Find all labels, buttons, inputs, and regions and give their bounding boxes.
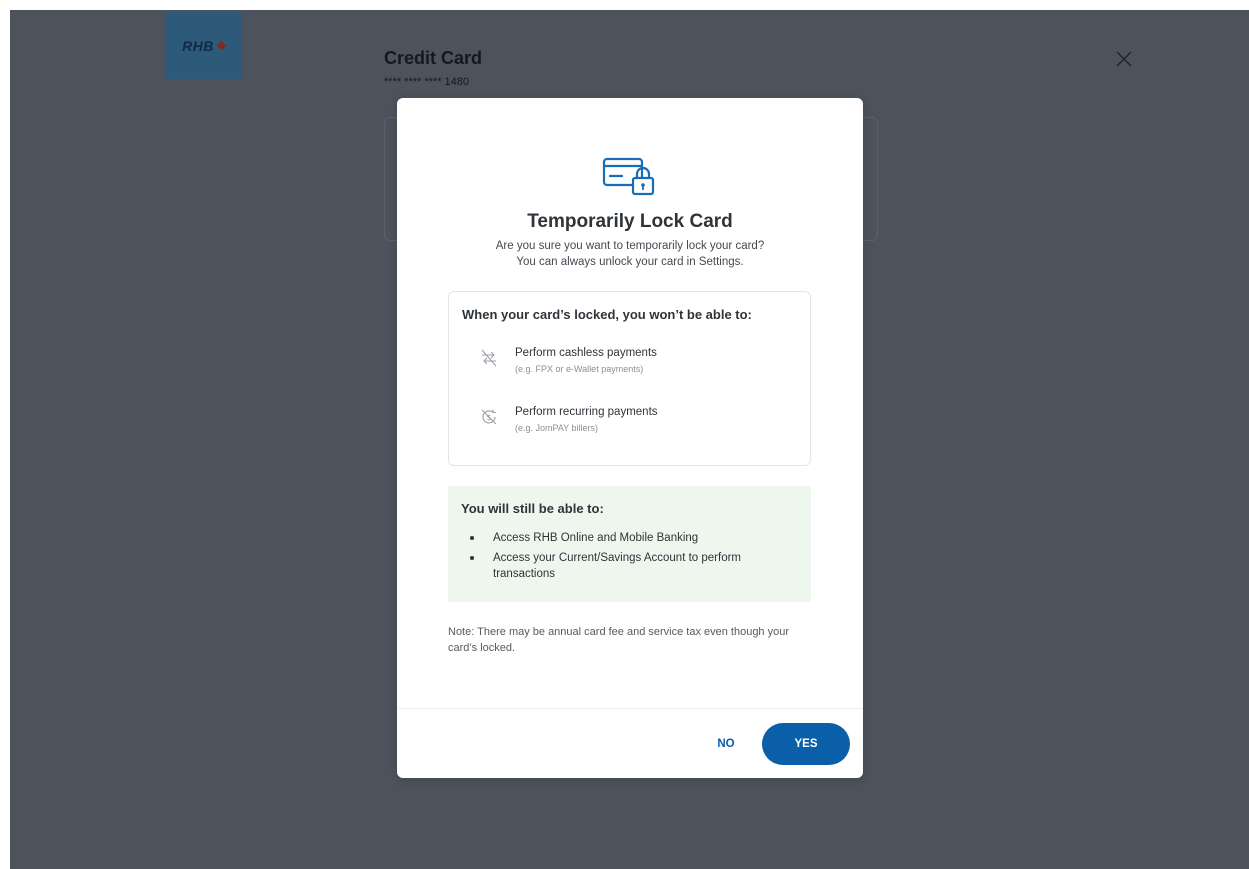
masked-card-number: **** **** **** 1480 [384, 76, 470, 88]
lock-card-dialog: Temporarily Lock Card Are you sure you w… [397, 98, 863, 778]
footer-divider [397, 708, 863, 709]
restriction-note: (e.g. JomPAY billers) [515, 423, 599, 433]
logo-diamond-icon [216, 40, 227, 50]
bullet-icon [470, 536, 474, 540]
restrictions-panel: When your card’s locked, you won’t be ab… [448, 291, 811, 466]
allowed-item-text: Access your Current/Savings Account to p… [493, 552, 741, 580]
allowed-item: Access RHB Online and Mobile Banking [461, 530, 791, 546]
restriction-item: $ Perform recurring payments (e.g. JomPA… [478, 406, 798, 446]
dialog-title: Temporarily Lock Card [527, 211, 733, 232]
no-button[interactable]: NO [705, 729, 747, 759]
restrictions-heading: When your card’s locked, you won’t be ab… [462, 307, 752, 322]
page-title: Credit Card [384, 48, 483, 68]
allowed-panel: You will still be able to: Access RHB On… [448, 486, 811, 602]
cashless-payment-blocked-icon [481, 349, 497, 367]
restriction-label: Perform recurring payments [515, 406, 658, 418]
recurring-payment-blocked-icon: $ [481, 409, 497, 425]
card-lock-icon [602, 157, 655, 196]
dialog-subtitle: Are you sure you want to temporarily loc… [397, 238, 863, 270]
logo-text: RHB [182, 37, 214, 54]
bullet-icon [470, 556, 474, 560]
fee-note: Note: There may be annual card fee and s… [448, 626, 790, 654]
allowed-heading: You will still be able to: [461, 501, 604, 516]
restriction-label: Perform cashless payments [515, 347, 657, 359]
restriction-note: (e.g. FPX or e-Wallet payments) [515, 364, 644, 374]
allowed-item: Access your Current/Savings Account to p… [461, 550, 791, 582]
dialog-subtitle-line2: You can always unlock your card in Setti… [516, 256, 744, 268]
allowed-list: Access RHB Online and Mobile Banking Acc… [461, 530, 791, 586]
yes-button[interactable]: YES [762, 723, 850, 765]
allowed-item-text: Access RHB Online and Mobile Banking [493, 532, 699, 544]
dialog-subtitle-line1: Are you sure you want to temporarily loc… [495, 240, 765, 252]
page: RHB Credit Card **** **** **** 1480 Temp… [0, 0, 1249, 869]
close-icon[interactable] [1113, 48, 1135, 70]
rhb-logo: RHB [165, 12, 242, 79]
restriction-item: Perform cashless payments (e.g. FPX or e… [478, 347, 798, 387]
